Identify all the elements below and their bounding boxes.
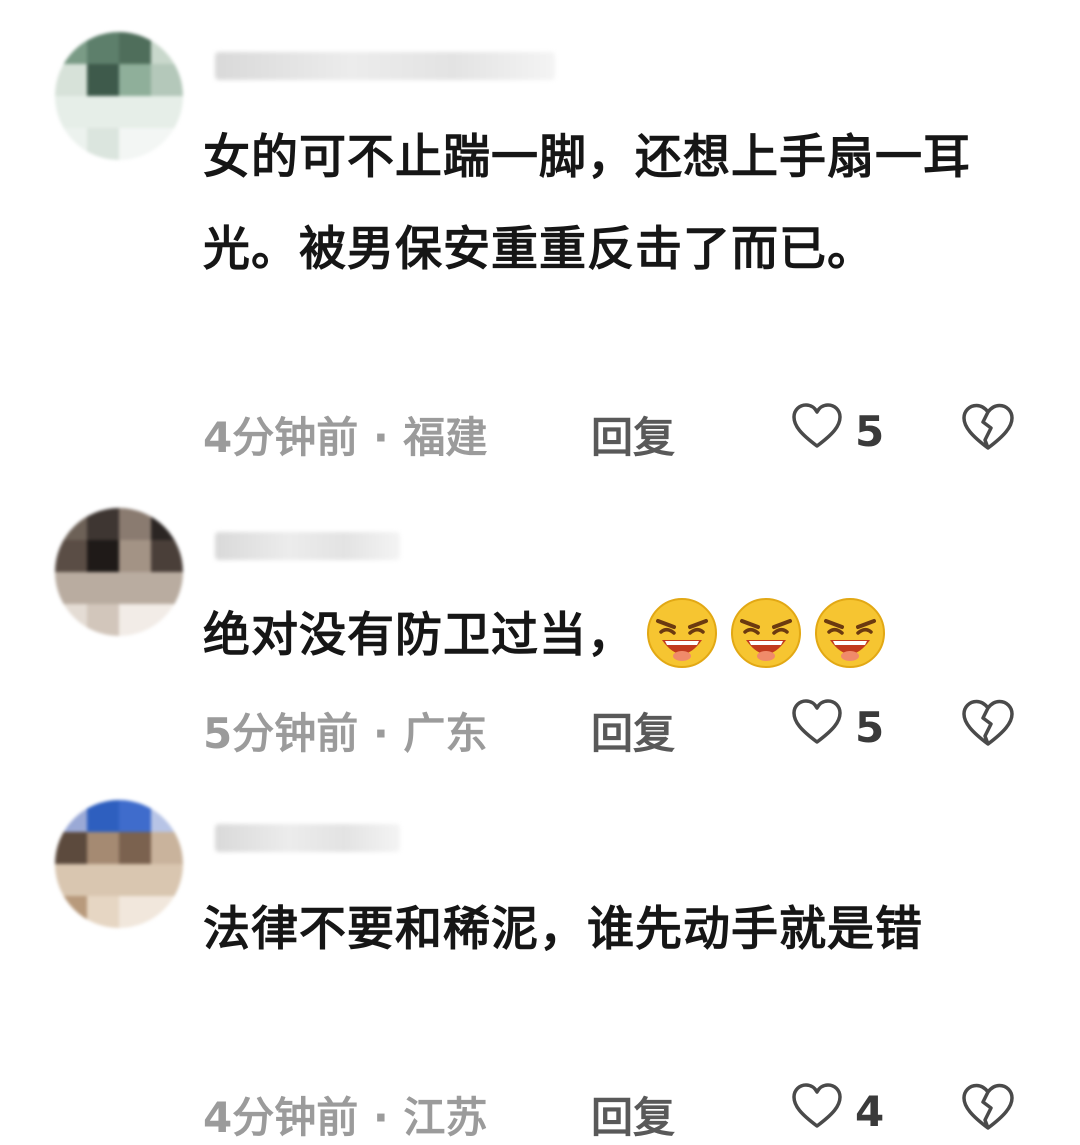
avatar-pixel [87,800,120,833]
avatar-pixel [119,832,152,865]
reply-button[interactable]: 回复 [591,700,675,761]
avatar-pixel [119,896,183,928]
avatar-pixel [55,832,88,865]
avatar[interactable] [55,32,183,160]
avatar-pixel [55,572,183,605]
avatar-pixel [151,540,183,573]
avatar-pixel [55,32,88,65]
avatar-pixel [55,96,183,129]
broken-heart-icon [961,699,1015,758]
avatar-pixel [87,128,120,160]
avatar-pixel [119,508,152,541]
heart-icon [791,698,843,756]
avatar-pixel [55,604,88,636]
laughing-emoji-icon [729,596,803,670]
avatar-pixel [55,64,88,97]
avatar-pixel [151,64,183,97]
comment-text: 绝对没有防卫过当， [203,590,1023,682]
dislike-button[interactable] [961,1082,1015,1142]
avatar-pixel [55,896,88,928]
avatar-pixel [151,832,183,865]
avatar-pixel [87,832,120,865]
avatar-pixel [87,604,120,636]
avatar-pixel [87,540,120,573]
avatar-pixel [55,508,88,541]
like-button[interactable]: 4 [791,1082,884,1140]
comment-meta: 4分钟前 · 江苏 回复 4 [203,1082,1033,1142]
avatar-pixel [119,540,152,573]
avatar-pixel [151,800,183,833]
avatar-pixel [119,800,152,833]
avatar-pixel [87,896,120,928]
comment-text: 法律不要和稀泥，谁先动手就是错 [203,902,923,957]
like-count: 4 [855,1086,885,1136]
avatar-pixel [55,540,88,573]
like-count: 5 [855,406,885,456]
dislike-button[interactable] [961,698,1015,758]
avatar[interactable] [55,800,183,928]
avatar-pixel [55,128,88,160]
avatar-pixel [119,128,183,160]
avatar-pixel [119,604,183,636]
time-location: 5分钟前 · 广东 [203,709,488,758]
comment-text: 女的可不止踹一脚，还想上手扇一耳光。被男保安重重反击了而已。 [203,130,971,277]
comment-text-content: 绝对没有防卫过当， [203,608,635,663]
time-location: 4分钟前 · 福建 [203,413,488,462]
avatar-pixel [151,508,183,541]
heart-icon [791,402,843,460]
avatar-pixel [119,32,152,65]
avatar-pixel [87,508,120,541]
avatar-pixel [55,864,183,897]
reply-button[interactable]: 回复 [591,404,675,465]
dislike-button[interactable] [961,402,1015,462]
username-blurred[interactable] [215,532,400,560]
avatar-pixel [87,64,120,97]
broken-heart-icon [961,403,1015,462]
avatar-pixel [87,32,120,65]
avatar[interactable] [55,508,183,636]
avatar-pixel [55,800,88,833]
comment-meta: 5分钟前 · 广东 回复 5 [203,698,1033,758]
broken-heart-icon [961,1083,1015,1142]
laughing-emoji-icon [645,596,719,670]
username-blurred[interactable] [215,824,400,852]
laughing-emoji-icon [813,596,887,670]
time-location: 4分钟前 · 江苏 [203,1093,488,1142]
heart-icon [791,1082,843,1140]
username-blurred[interactable] [215,52,555,80]
avatar-pixel [119,64,152,97]
reply-button[interactable]: 回复 [591,1084,675,1145]
comment-meta: 4分钟前 · 福建 回复 5 [203,402,1033,462]
like-button[interactable]: 5 [791,698,884,756]
avatar-pixel [151,32,183,65]
like-button[interactable]: 5 [791,402,884,460]
like-count: 5 [855,702,885,752]
